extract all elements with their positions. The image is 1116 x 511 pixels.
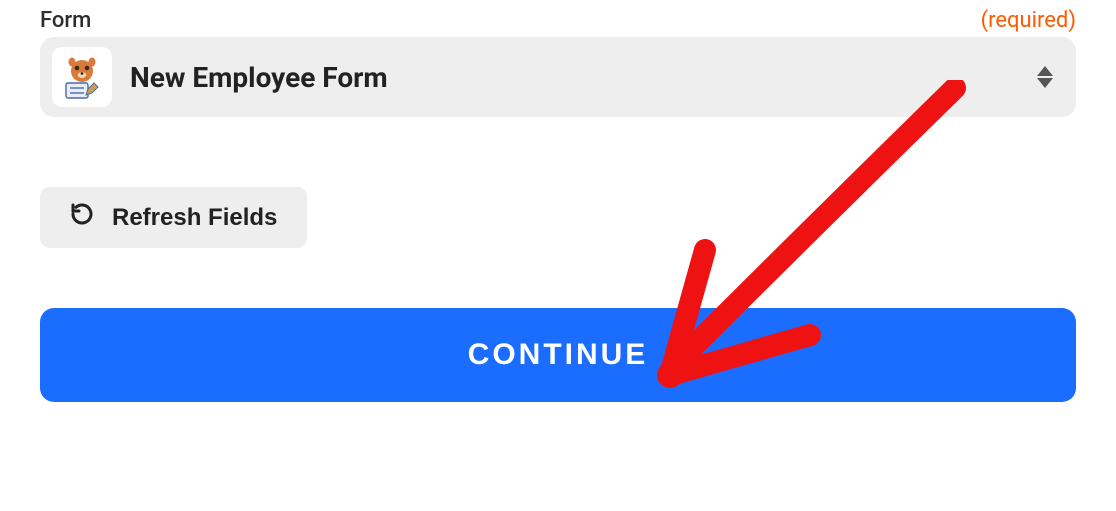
continue-button-label: CONTINUE [468, 338, 649, 371]
wpforms-icon [52, 47, 112, 107]
form-select-value: New Employee Form [130, 61, 1036, 94]
required-label: (required) [981, 8, 1076, 33]
form-select[interactable]: New Employee Form [40, 37, 1076, 117]
updown-icon [1036, 66, 1054, 88]
refresh-button-label: Refresh Fields [112, 204, 277, 232]
refresh-fields-button[interactable]: Refresh Fields [40, 187, 307, 248]
refresh-icon [70, 202, 94, 233]
field-label: Form [40, 8, 91, 33]
field-header: Form (required) [40, 8, 1076, 33]
continue-button[interactable]: CONTINUE [40, 308, 1076, 402]
